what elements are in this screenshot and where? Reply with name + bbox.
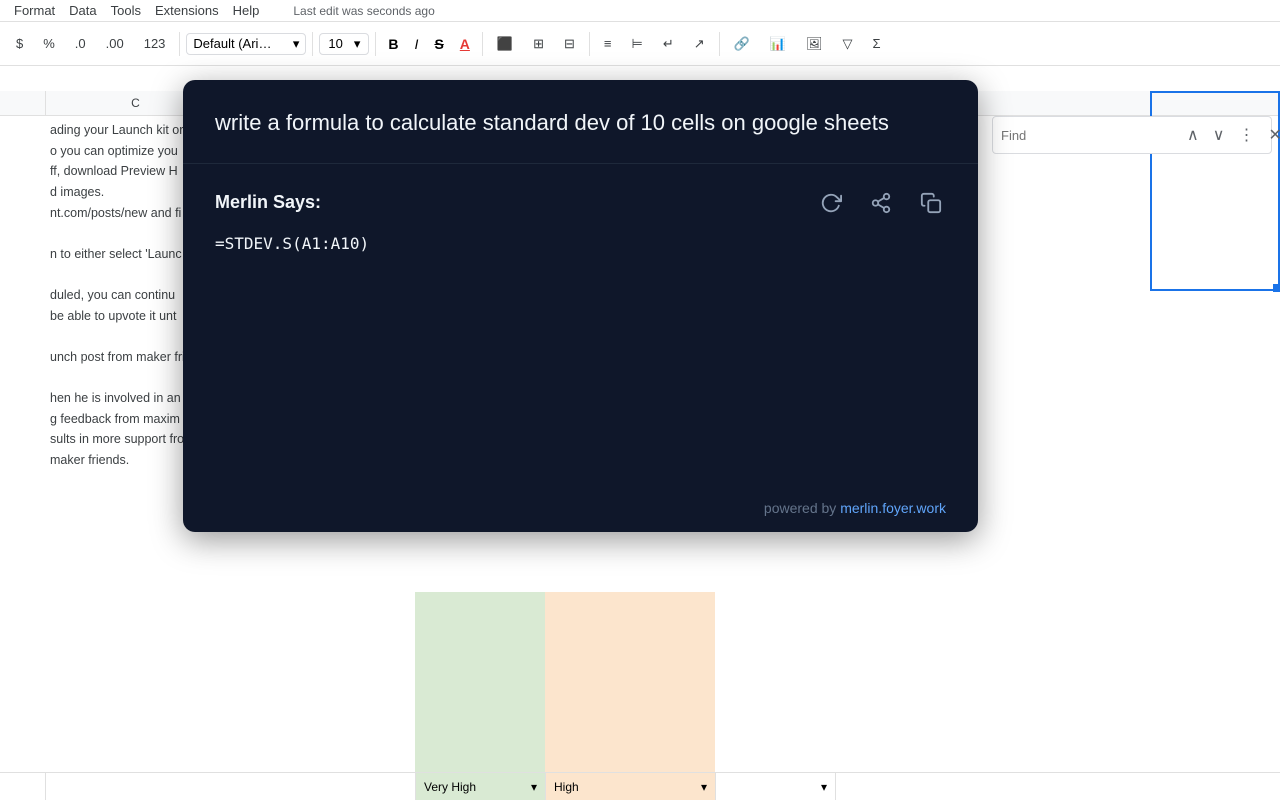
empty-dropdown[interactable]: ▾ (716, 773, 836, 800)
decimal-decrease-btn[interactable]: .0 (67, 32, 94, 55)
menu-extensions[interactable]: Extensions (149, 1, 225, 20)
fill-color-btn[interactable]: ⬛ (489, 32, 521, 56)
menu-tools[interactable]: Tools (105, 1, 147, 20)
merlin-footer-prefix: powered by (764, 500, 836, 516)
merlin-refresh-btn[interactable] (816, 188, 846, 218)
insert-link-btn[interactable]: 🔗 (726, 32, 758, 56)
merlin-share-btn[interactable] (866, 188, 896, 218)
merlin-footer-link[interactable]: merlin.foyer.work (840, 500, 946, 516)
empty-dropdown-chevron-icon: ▾ (821, 780, 827, 794)
high-chevron-icon: ▾ (701, 780, 707, 794)
toolbar-separator-4 (482, 32, 483, 56)
high-dropdown[interactable]: High ▾ (546, 773, 716, 800)
bold-btn[interactable]: B (382, 32, 404, 56)
very-high-label: Very High (424, 780, 476, 794)
merlin-formula-text: =STDEV.S(A1:A10) (215, 234, 946, 253)
percent-format-btn[interactable]: % (35, 32, 63, 55)
merge-btn[interactable]: ⊟ (556, 32, 583, 56)
empty-left-cell (46, 773, 416, 800)
filter-btn[interactable]: ▽ (835, 32, 861, 56)
last-edit-status: Last edit was seconds ago (287, 2, 440, 20)
rotate-btn[interactable]: ↗ (686, 32, 713, 56)
strikethrough-btn[interactable]: S (428, 32, 449, 56)
font-size-selector[interactable]: 10 ▾ (319, 33, 369, 55)
menu-help[interactable]: Help (227, 1, 266, 20)
find-close-btn[interactable]: ✕ (1264, 121, 1280, 149)
insert-chart-btn[interactable]: 📊 (762, 32, 794, 56)
font-selector-chevron-icon: ▾ (293, 36, 300, 52)
merlin-action-icons (816, 188, 946, 218)
find-next-btn[interactable]: ∨ (1209, 121, 1229, 149)
cell-fill-handle[interactable] (1273, 284, 1280, 292)
valign-btn[interactable]: ⊨ (624, 32, 651, 56)
font-name-label: Default (Ari… (193, 36, 271, 51)
find-bar: ∧ ∨ ⋮ ✕ (992, 116, 1272, 154)
wrap-btn[interactable]: ↵ (655, 32, 682, 56)
row-num-bottom (0, 773, 46, 800)
very-high-dropdown[interactable]: Very High ▾ (416, 773, 546, 800)
text-color-btn[interactable]: A (454, 32, 476, 56)
find-prev-btn[interactable]: ∧ (1183, 121, 1203, 149)
merlin-question-section: write a formula to calculate standard de… (183, 80, 978, 164)
merlin-question-text: write a formula to calculate standard de… (215, 110, 889, 135)
merlin-footer: powered by merlin.foyer.work (183, 484, 978, 532)
toolbar-separator-5 (589, 32, 590, 56)
borders-btn[interactable]: ⊞ (525, 32, 552, 56)
currency-format-btn[interactable]: $ (8, 32, 31, 55)
find-more-btn[interactable]: ⋮ (1234, 121, 1258, 149)
toolbar: $ % .0 .00 123 Default (Ari… ▾ 10 ▾ B I … (0, 22, 1280, 66)
more-formats-btn[interactable]: 123 (136, 32, 174, 55)
font-size-value: 10 (328, 36, 342, 51)
font-size-chevron-icon: ▾ (354, 36, 361, 52)
align-left-btn[interactable]: ≡ (596, 32, 620, 55)
toolbar-separator-2 (312, 32, 313, 56)
italic-btn[interactable]: I (409, 32, 425, 56)
merlin-copy-btn[interactable] (916, 188, 946, 218)
toolbar-separator-1 (179, 32, 180, 56)
high-label: High (554, 780, 579, 794)
very-high-chevron-icon: ▾ (531, 780, 537, 794)
find-input[interactable] (1001, 128, 1177, 143)
merlin-panel: write a formula to calculate standard de… (183, 80, 978, 532)
merlin-header-row: Merlin Says: (215, 188, 946, 218)
toolbar-separator-3 (375, 32, 376, 56)
toolbar-separator-6 (719, 32, 720, 56)
dropdown-row: Very High ▾ High ▾ ▾ (0, 772, 1280, 800)
merlin-says-label: Merlin Says: (215, 192, 321, 213)
row-header-corner (0, 91, 46, 115)
menu-data[interactable]: Data (63, 1, 102, 20)
insert-image-btn[interactable]: 🖼 (798, 32, 831, 56)
function-btn[interactable]: Σ (865, 32, 889, 55)
menu-bar: Format Data Tools Extensions Help Last e… (0, 0, 1280, 22)
yellow-column (545, 592, 715, 772)
green-column (415, 592, 545, 772)
merlin-answer-section: Merlin Says: (183, 164, 978, 484)
menu-format[interactable]: Format (8, 1, 61, 20)
decimal-increase-btn[interactable]: .00 (98, 32, 132, 55)
font-selector[interactable]: Default (Ari… ▾ (186, 33, 306, 55)
